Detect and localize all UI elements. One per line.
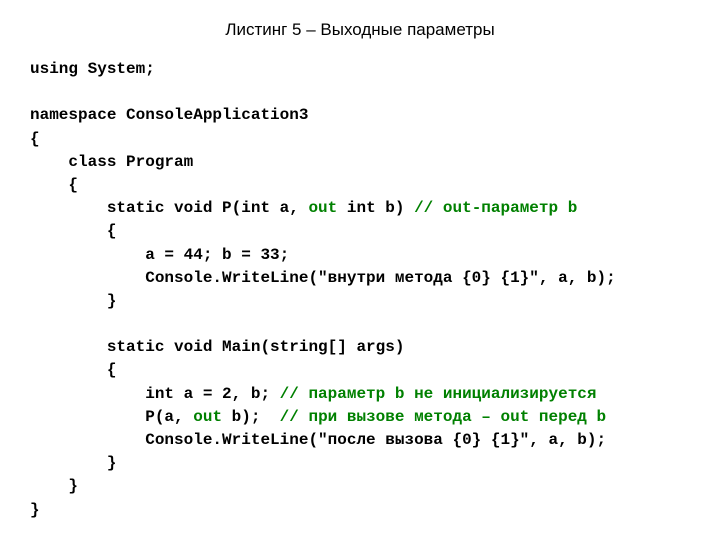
code-line: class Program [30, 153, 193, 171]
out-keyword: out [308, 199, 337, 217]
code-text: int b) [337, 199, 414, 217]
code-line: using System; [30, 60, 155, 78]
code-line: int a = 2, b; [30, 385, 280, 403]
code-line: static void P(int a, [30, 199, 308, 217]
code-comment: // параметр b не инициализируется [280, 385, 597, 403]
code-comment: // out-параметр b [414, 199, 577, 217]
code-line: { [30, 176, 78, 194]
code-line: Console.WriteLine("внутри метода {0} {1}… [30, 269, 616, 287]
code-line: P(a, [30, 408, 193, 426]
code-line: Console.WriteLine("после вызова {0} {1}"… [30, 431, 606, 449]
listing-title: Листинг 5 – Выходные параметры [30, 20, 690, 40]
code-line: a = 44; b = 33; [30, 246, 289, 264]
code-line: } [30, 292, 116, 310]
out-keyword: out [193, 408, 222, 426]
code-line: } [30, 477, 78, 495]
code-line: { [30, 130, 40, 148]
code-line: namespace ConsoleApplication3 [30, 106, 308, 124]
code-text: b); [222, 408, 280, 426]
code-line: } [30, 501, 40, 519]
code-line: } [30, 454, 116, 472]
code-line: { [30, 222, 116, 240]
code-comment: // при вызове метода – out перед b [280, 408, 606, 426]
code-block: using System; namespace ConsoleApplicati… [30, 58, 690, 522]
code-line: static void Main(string[] args) [30, 338, 404, 356]
code-line: { [30, 361, 116, 379]
